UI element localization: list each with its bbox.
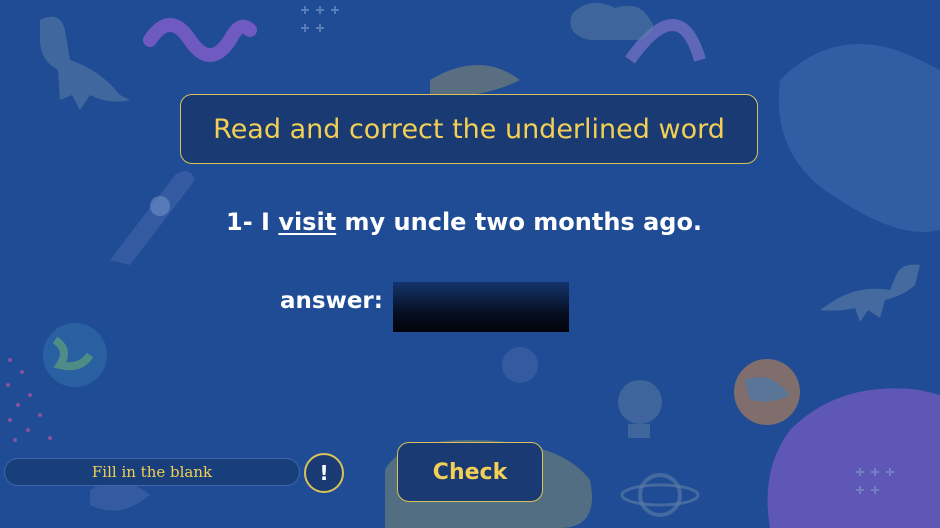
info-button[interactable]: ! xyxy=(304,453,344,493)
lightbulb-icon xyxy=(618,380,662,424)
dinosaur-icon xyxy=(820,264,920,322)
quiz-screen: Read and correct the underlined word 1- … xyxy=(0,0,940,528)
answer-input[interactable] xyxy=(393,282,569,332)
feather-shape xyxy=(430,65,520,96)
blob-shape xyxy=(778,44,940,232)
dots-pattern xyxy=(6,358,52,442)
gear-icon xyxy=(502,347,538,383)
rocket-icon xyxy=(110,171,195,265)
hint-text: Fill in the blank xyxy=(91,463,213,481)
hint-bar: Fill in the blank xyxy=(4,458,300,486)
sentence-rest: my uncle two months ago. xyxy=(344,208,703,236)
squiggle-shape xyxy=(143,18,257,62)
question-title: Read and correct the underlined word xyxy=(213,113,725,145)
check-button-label: Check xyxy=(432,459,508,485)
answer-label: answer: xyxy=(280,288,383,314)
planet-icon xyxy=(43,323,107,387)
planet-icon xyxy=(638,473,682,517)
check-button[interactable]: Check xyxy=(397,442,543,502)
cloud-shape xyxy=(570,2,654,40)
underlined-word: visit xyxy=(278,208,337,236)
question-title-box: Read and correct the underlined word xyxy=(180,94,758,164)
exclamation-icon: ! xyxy=(319,461,329,485)
dinosaur-icon xyxy=(40,16,130,111)
question-number: 1- I xyxy=(226,208,270,236)
question-sentence: 1- I visit my uncle two months ago. xyxy=(226,208,702,236)
